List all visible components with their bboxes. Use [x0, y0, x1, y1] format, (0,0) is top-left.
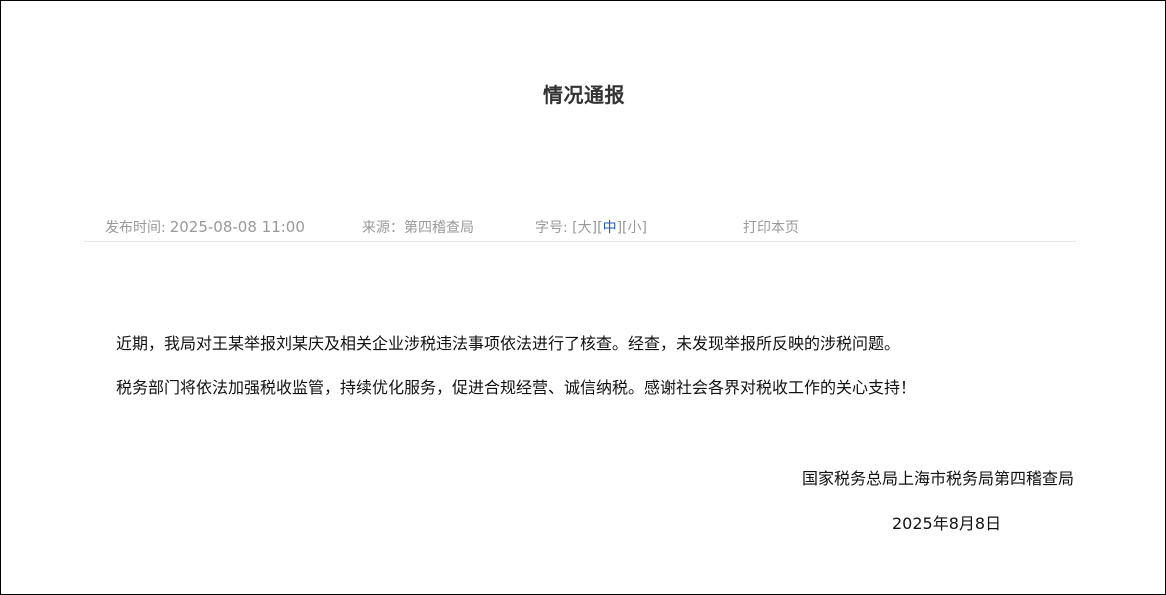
article-page: 情况通报 发布时间: 2025-08-08 11:00 来源：第四稽查局 字号: … [0, 0, 1166, 595]
article-body: 近期，我局对王某举报刘某庆及相关企业涉税违法事项依法进行了核查。经查，未发现举报… [116, 331, 1076, 419]
article-meta-bar: 发布时间: 2025-08-08 11:00 来源：第四稽查局 字号: [大][中… [84, 217, 1076, 242]
print-page-link[interactable]: 打印本页 [743, 217, 799, 237]
font-size-label: 字号: [535, 220, 568, 236]
publish-time-label: 发布时间: [105, 220, 166, 236]
font-size-small-button[interactable]: 小 [628, 220, 642, 236]
font-size-medium-button[interactable]: 中 [603, 220, 617, 236]
signature-date: 2025年8月8日 [892, 514, 1002, 533]
font-size-large-button[interactable]: 大 [578, 220, 592, 236]
signature-organization: 国家税务总局上海市税务局第四稽查局 [801, 469, 1074, 488]
article-paragraph-1: 近期，我局对王某举报刘某庆及相关企业涉税违法事项依法进行了核查。经查，未发现举报… [116, 334, 901, 353]
bracket-close-small: ] [641, 220, 647, 236]
article-paragraph-2: 税务部门将依法加强税收监管，持续优化服务，促进合规经营、诚信纳税。感谢社会各界对… [116, 378, 917, 397]
font-size-selector: 字号: [大][中][小] [535, 217, 647, 237]
page-title: 情况通报 [543, 83, 625, 107]
article-source: 来源：第四稽查局 [362, 220, 474, 236]
publish-time: 发布时间: 2025-08-08 11:00 [105, 217, 305, 237]
publish-time-value: 2025-08-08 11:00 [169, 218, 305, 236]
